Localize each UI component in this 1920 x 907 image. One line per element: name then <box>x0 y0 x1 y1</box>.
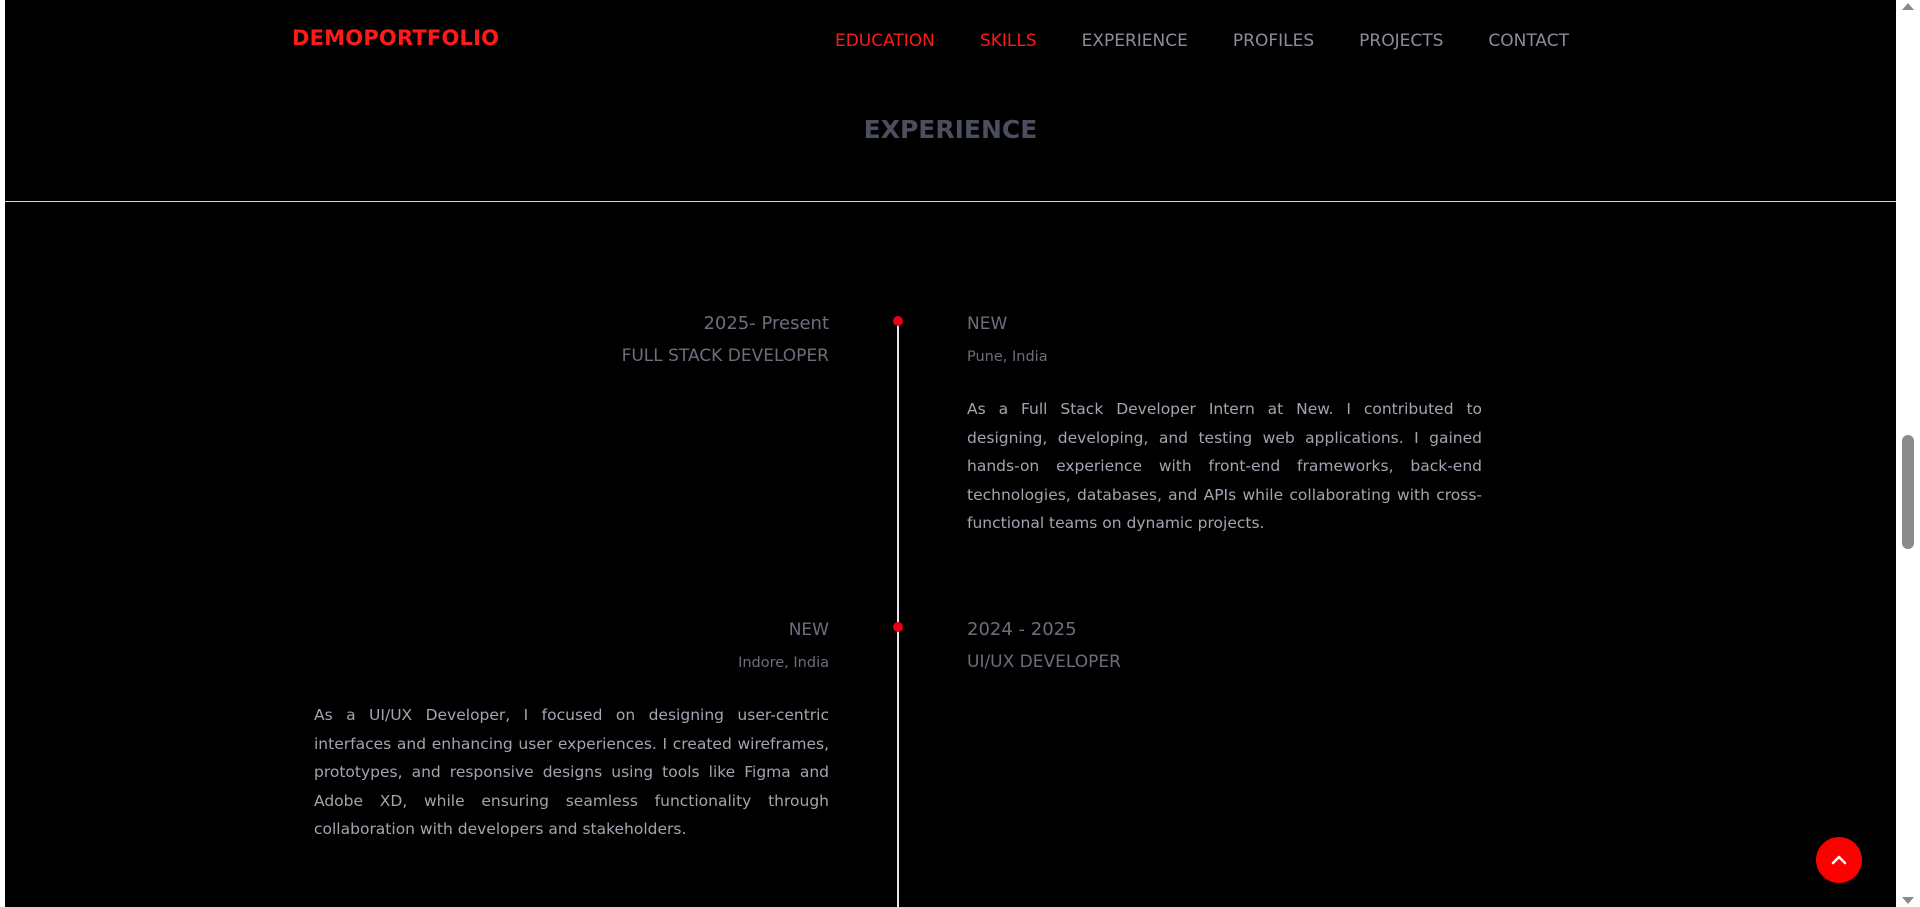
nav-profiles[interactable]: PROFILES <box>1233 31 1314 51</box>
timeline-item-1-description: As a Full Stack Developer Intern at New.… <box>967 400 1482 532</box>
nav-experience[interactable]: EXPERIENCE <box>1082 31 1188 51</box>
section-title: EXPERIENCE <box>863 115 1038 144</box>
nav-education[interactable]: EDUCATION <box>835 31 935 51</box>
scroll-down-arrow-icon[interactable] <box>1902 897 1914 904</box>
nav-skills[interactable]: SKILLS <box>980 31 1037 51</box>
timeline-item-1-role: FULL STACK DEVELOPER <box>621 346 829 366</box>
browser-frame: DEMOPORTFOLIO EDUCATION SKILLS EXPERIENC… <box>0 0 1920 907</box>
timeline-item-2-date: 2024 - 2025 <box>967 619 1077 640</box>
scroll-up-arrow-icon[interactable] <box>1902 3 1914 10</box>
timeline-item-2-company: NEW <box>788 620 829 640</box>
main-nav: EDUCATION SKILLS EXPERIENCE PROFILES PRO… <box>835 31 1569 51</box>
timeline-item-1-location: Pune, India <box>967 349 1048 365</box>
timeline-item-2-content: NEW Indore, India <box>738 620 829 671</box>
timeline-item-2-meta: 2024 - 2025 UI/UX DEVELOPER <box>967 619 1121 672</box>
timeline-item-2-description: As a UI/UX Developer, I focused on desig… <box>314 706 829 838</box>
chevron-up-icon <box>1831 855 1847 865</box>
vertical-scrollbar[interactable] <box>1896 0 1920 907</box>
timeline-item-1-company: NEW <box>967 314 1008 334</box>
timeline-line <box>897 320 899 907</box>
nav-projects[interactable]: PROJECTS <box>1359 31 1443 51</box>
timeline-dot <box>893 316 903 326</box>
timeline-item-2-location: Indore, India <box>738 655 829 671</box>
timeline-item-1-content: NEW Pune, India <box>967 314 1048 365</box>
page-viewport: DEMOPORTFOLIO EDUCATION SKILLS EXPERIENC… <box>5 0 1896 907</box>
timeline-item-2-role: UI/UX DEVELOPER <box>967 652 1121 672</box>
timeline-item-1-date: 2025- Present <box>703 313 829 334</box>
scroll-to-top-button[interactable] <box>1816 837 1862 883</box>
nav-contact[interactable]: CONTACT <box>1488 31 1569 51</box>
section-divider <box>5 201 1896 202</box>
timeline-dot <box>893 622 903 632</box>
site-logo[interactable]: DEMOPORTFOLIO <box>292 26 499 50</box>
timeline-item-1-meta: 2025- Present FULL STACK DEVELOPER <box>622 313 829 366</box>
scrollbar-thumb[interactable] <box>1902 435 1914 549</box>
